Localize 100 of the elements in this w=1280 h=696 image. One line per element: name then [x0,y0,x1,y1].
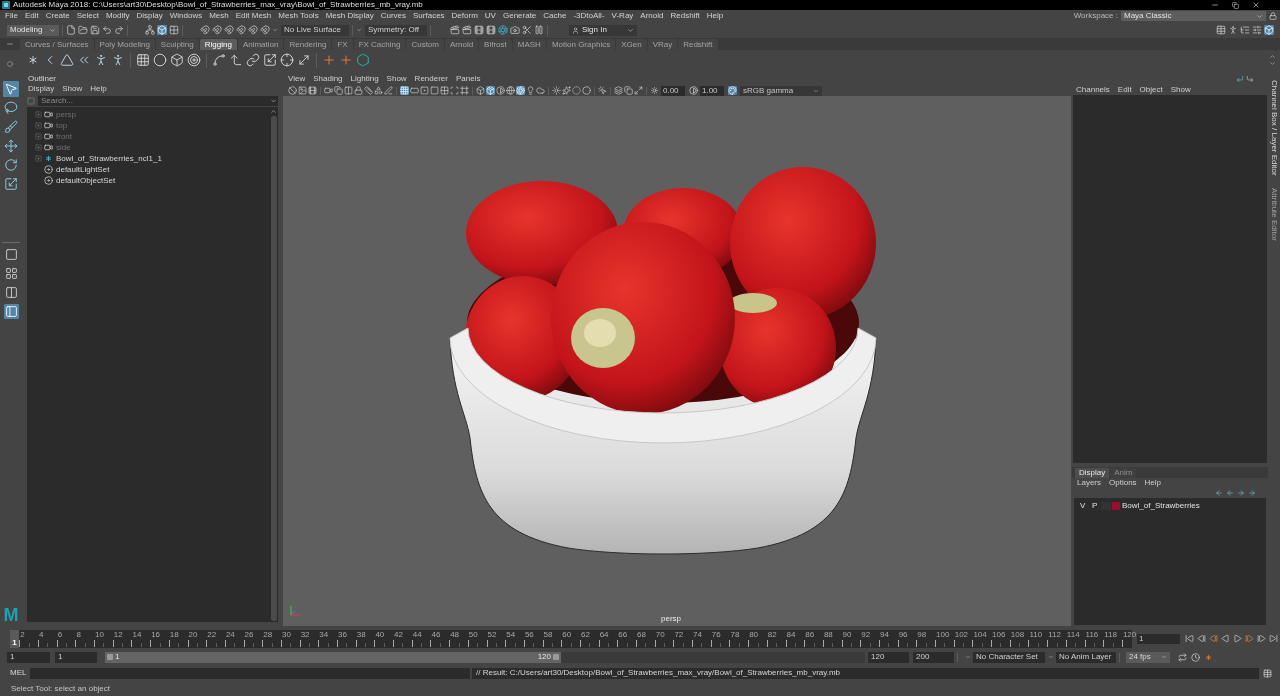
play-icon[interactable] [1233,634,1242,643]
crosshair-icon[interactable] [280,53,294,67]
menu-item[interactable]: Help [90,85,107,93]
sparkles-icon[interactable] [562,86,571,95]
scale-icon[interactable] [3,176,19,192]
caret-icon[interactable] [356,27,362,33]
undo-icon[interactable] [102,25,112,35]
menu-item[interactable]: File [5,12,18,20]
menu-item[interactable]: Mesh Display [325,12,374,20]
fps-dropdown[interactable]: 24 fps [1126,651,1170,663]
caret-icon[interactable] [965,654,971,660]
expand-icon[interactable] [634,86,643,95]
menu-item[interactable]: Windows [169,12,203,20]
dashed-circle-icon[interactable] [572,86,581,95]
scale-icon[interactable] [263,53,277,67]
layer-name[interactable]: Bowl_of_Strawberries [1122,502,1200,510]
skip-back-icon[interactable] [1185,634,1194,643]
light-bulb-icon[interactable] [526,86,535,95]
shelf-tab[interactable]: FX [332,39,353,50]
return-arrow-icon[interactable] [1246,75,1254,83]
shelf-tab[interactable]: Rigging [199,39,237,50]
command-input[interactable] [30,667,470,679]
spline-icon[interactable] [212,53,226,67]
range-handle-icon[interactable] [553,654,559,660]
magnet-icon[interactable] [248,25,258,35]
menu-item[interactable]: Edit [24,12,39,20]
square-icon[interactable] [430,86,439,95]
asterisk-icon[interactable] [1204,652,1213,662]
circle-icon[interactable] [153,53,167,67]
layer-color-swatch[interactable] [1112,502,1120,510]
menu-item[interactable]: UV [484,12,496,20]
menu-item[interactable]: Show [1170,86,1191,94]
menu-item[interactable]: Generate [502,12,537,20]
side-panel-layout-icon[interactable] [3,304,19,319]
shelf-tab[interactable]: MASH [512,39,546,50]
arrow-right-icon[interactable] [1248,489,1256,497]
sliders-icon[interactable] [1252,25,1262,35]
playback-start-field[interactable]: 1 [55,651,97,663]
shelf-tab[interactable]: Arnold [445,39,479,50]
menu-item[interactable]: Redshift [670,12,700,20]
film-icon[interactable] [474,25,484,35]
playback-end-field[interactable]: 120 [868,651,909,663]
magnet-icon[interactable] [260,25,270,35]
reference-toggle[interactable] [1101,502,1111,510]
character-set-dropdown[interactable]: No Character Set [973,651,1045,663]
menu-item[interactable]: Select [76,12,99,20]
pen-icon[interactable] [384,86,393,95]
menu-item[interactable]: Curves [380,12,406,20]
scissors-icon[interactable] [522,25,532,35]
viewport-canvas[interactable]: persp [283,96,1071,626]
menu-item[interactable]: Create [45,12,70,20]
redo-icon[interactable] [114,25,124,35]
live-surface-button[interactable]: No Live Surface [281,24,349,36]
arrow-left-icon[interactable] [1226,489,1234,497]
search-field[interactable]: Search... [38,95,269,106]
shelf-tab[interactable]: Custom [406,39,444,50]
aperture-icon[interactable] [498,25,508,35]
shelf-tab[interactable]: Motion Graphics [546,39,616,50]
range-slider-track[interactable]: 1 120 [105,651,865,663]
cube-icon[interactable] [476,86,485,95]
playback-toggle[interactable]: P [1092,502,1101,510]
scroll-up-icon[interactable] [270,108,277,115]
menu-item[interactable]: Mesh Tools [278,12,319,20]
file-icon[interactable] [66,25,76,35]
single-pane-icon[interactable] [3,247,19,262]
menu-item[interactable]: Lighting [350,75,379,83]
caret-icon[interactable] [269,95,278,106]
square-dot-icon[interactable] [420,86,429,95]
menu-set-dropdown[interactable]: Modeling [7,24,59,36]
shelf-tab[interactable]: Animation [237,39,284,50]
lock-icon[interactable] [354,86,363,95]
cube-icon[interactable] [170,53,184,67]
exposure-field[interactable]: 0.00 [661,85,685,96]
menu-item[interactable]: Edit Mesh [235,12,272,20]
half-circle-icon[interactable] [689,86,698,95]
sign-in-dropdown[interactable]: Sign In [569,24,637,36]
grid-icon[interactable] [169,25,179,35]
image-icon[interactable] [298,86,307,95]
circle-icon[interactable] [7,61,13,67]
color-space-dropdown[interactable]: sRGB gamma [740,85,822,96]
menu-item[interactable]: View [288,75,306,83]
side-tab[interactable]: Attribute Editor [1270,187,1278,241]
shelf-tab[interactable]: VRay [647,39,678,50]
menu-item[interactable]: Layers [1077,479,1101,487]
film-icon[interactable] [308,86,317,95]
pause-icon[interactable] [534,25,544,35]
double-chevron-icon[interactable] [77,53,91,67]
menu-item[interactable]: Options [1109,479,1137,487]
close-icon[interactable] [1252,1,1260,9]
person-icon[interactable] [94,53,108,67]
menu-item[interactable]: Display [28,85,55,93]
menu-item[interactable]: Object [1139,86,1163,94]
rectangle-icon[interactable] [410,86,419,95]
person-icon[interactable] [1228,25,1238,35]
menu-item[interactable]: Panels [455,75,481,83]
shelf-tab[interactable]: Rendering [284,39,332,50]
target-icon[interactable] [187,53,201,67]
step-forward-icon[interactable] [1245,634,1254,643]
grid-icon[interactable] [440,86,449,95]
triangle-icon[interactable] [60,53,74,67]
